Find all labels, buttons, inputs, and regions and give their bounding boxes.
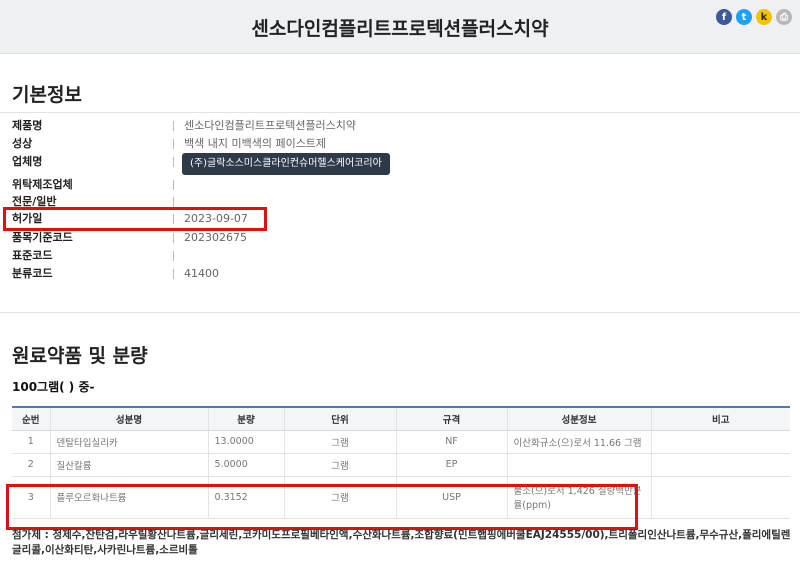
highlight-box bbox=[6, 484, 638, 530]
kakaostory-icon[interactable]: k bbox=[756, 9, 772, 25]
ingredients-subtitle: 100그램( ) 중- bbox=[12, 380, 95, 394]
info-row-appearance: 성상 백색 내지 미백색의 페이스트제 bbox=[0, 135, 800, 153]
table-cell: 그램 bbox=[283, 453, 396, 477]
separator bbox=[173, 233, 174, 243]
table-cell bbox=[506, 453, 651, 477]
share-buttons: f t k ⎙ bbox=[716, 9, 792, 25]
column-header: 분량 bbox=[207, 406, 284, 431]
page-header: 센소다인컴플리트프로텍션플러스치약 f t k ⎙ bbox=[0, 0, 800, 54]
info-value: 202302675 bbox=[184, 231, 247, 244]
column-header: 단위 bbox=[283, 406, 396, 431]
table-row: 2 질산칼륨 5.0000 그램 EP bbox=[12, 453, 790, 477]
highlight-box bbox=[3, 207, 267, 231]
table-cell: NF bbox=[395, 430, 507, 454]
info-label: 위탁제조업체 bbox=[12, 178, 73, 191]
table-header-row: 순번 성분명 분량 단위 규격 성분정보 비고 bbox=[12, 406, 790, 431]
column-header: 순번 bbox=[12, 406, 50, 431]
info-row-company: 업체명 (주)글락소스미스클라인컨슈머헬스케어코리아 bbox=[0, 153, 800, 175]
table-cell: 13.0000 bbox=[207, 430, 284, 454]
table-cell: 2 bbox=[12, 453, 50, 477]
info-row-class-code: 분류코드 41400 bbox=[0, 265, 800, 283]
basic-info-heading: 기본정보 bbox=[12, 84, 82, 106]
separator bbox=[173, 197, 174, 207]
page-title: 센소다인컴플리트프로텍션플러스치약 bbox=[251, 18, 549, 40]
table-cell: 1 bbox=[12, 430, 50, 454]
info-value: 41400 bbox=[184, 267, 219, 280]
separator bbox=[173, 121, 174, 131]
table-cell: 덴탈타입실리카 bbox=[49, 430, 208, 454]
info-row-consignee: 위탁제조업체 bbox=[0, 176, 800, 194]
company-link-button[interactable]: (주)글락소스미스클라인컨슈머헬스케어코리아 bbox=[182, 153, 390, 175]
info-row-product-name: 제품명 센소다인컴플리트프로텍션플러스치약 bbox=[0, 117, 800, 135]
separator bbox=[173, 251, 174, 261]
table-cell: 질산칼륨 bbox=[49, 453, 208, 477]
column-header: 규격 bbox=[395, 406, 507, 431]
table-cell: EP bbox=[395, 453, 507, 477]
print-icon[interactable]: ⎙ bbox=[776, 9, 792, 25]
ingredients-heading: 원료약품 및 분량 bbox=[12, 345, 148, 367]
section-divider bbox=[0, 112, 800, 113]
table-cell: 5.0000 bbox=[207, 453, 284, 477]
separator bbox=[173, 139, 174, 149]
table-cell: 이산화규소(으)로서 11.66 그램 bbox=[506, 430, 651, 454]
info-label: 분류코드 bbox=[12, 267, 53, 280]
info-label: 업체명 bbox=[12, 155, 43, 168]
separator bbox=[173, 180, 174, 190]
column-header: 성분정보 bbox=[506, 406, 651, 431]
info-value: 백색 내지 미백색의 페이스트제 bbox=[184, 137, 327, 150]
info-row-standard-code: 표준코드 bbox=[0, 247, 800, 265]
table-row: 1 덴탈타입실리카 13.0000 그램 NF 이산화규소(으)로서 11.66… bbox=[12, 430, 790, 454]
info-label: 제품명 bbox=[12, 119, 43, 132]
separator bbox=[173, 269, 174, 279]
info-label: 표준코드 bbox=[12, 249, 53, 262]
table-cell bbox=[650, 453, 790, 477]
column-header: 비고 bbox=[650, 406, 790, 431]
info-row-item-code: 품목기준코드 202302675 bbox=[0, 229, 800, 247]
table-cell bbox=[650, 476, 790, 519]
info-label: 성상 bbox=[12, 137, 33, 150]
table-cell bbox=[650, 430, 790, 454]
separator bbox=[173, 157, 174, 167]
info-value: 센소다인컴플리트프로텍션플러스치약 bbox=[184, 119, 357, 132]
section-divider bbox=[0, 312, 800, 313]
additives-text: 첨가제 : 정제수,잔탄검,라우릴황산나트륨,글리세린,코카미도프로필베타인액,… bbox=[12, 529, 791, 556]
info-label: 품목기준코드 bbox=[12, 231, 73, 244]
facebook-icon[interactable]: f bbox=[716, 9, 732, 25]
column-header: 성분명 bbox=[49, 406, 208, 431]
table-cell: 그램 bbox=[283, 430, 396, 454]
twitter-icon[interactable]: t bbox=[736, 9, 752, 25]
